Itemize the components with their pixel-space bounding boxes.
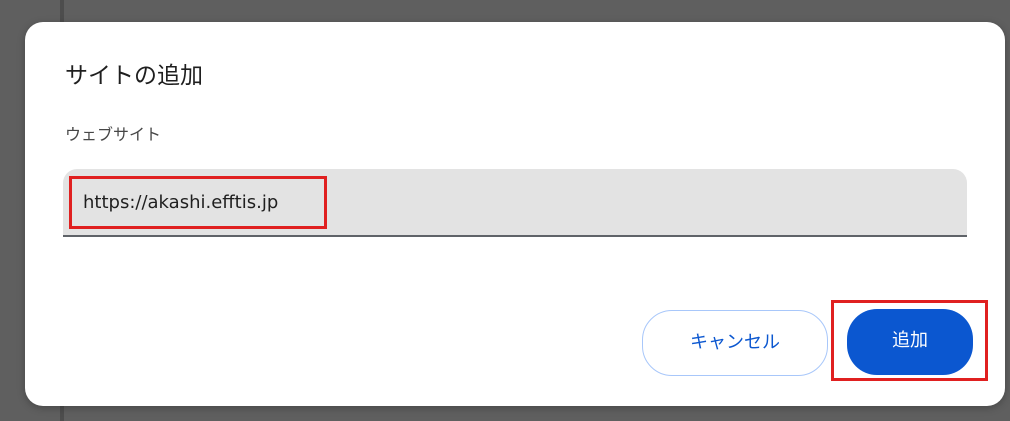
website-input-value[interactable]: https://akashi.efftis.jp bbox=[83, 191, 278, 215]
website-input[interactable]: https://akashi.efftis.jp bbox=[63, 169, 967, 237]
website-field-label: ウェブサイト bbox=[65, 125, 162, 144]
dialog-title: サイトの追加 bbox=[65, 63, 203, 89]
add-site-dialog: サイトの追加 ウェブサイト https://akashi.efftis.jp キ… bbox=[25, 22, 1005, 406]
cancel-button[interactable]: キャンセル bbox=[642, 310, 828, 376]
add-button[interactable]: 追加 bbox=[847, 309, 973, 375]
